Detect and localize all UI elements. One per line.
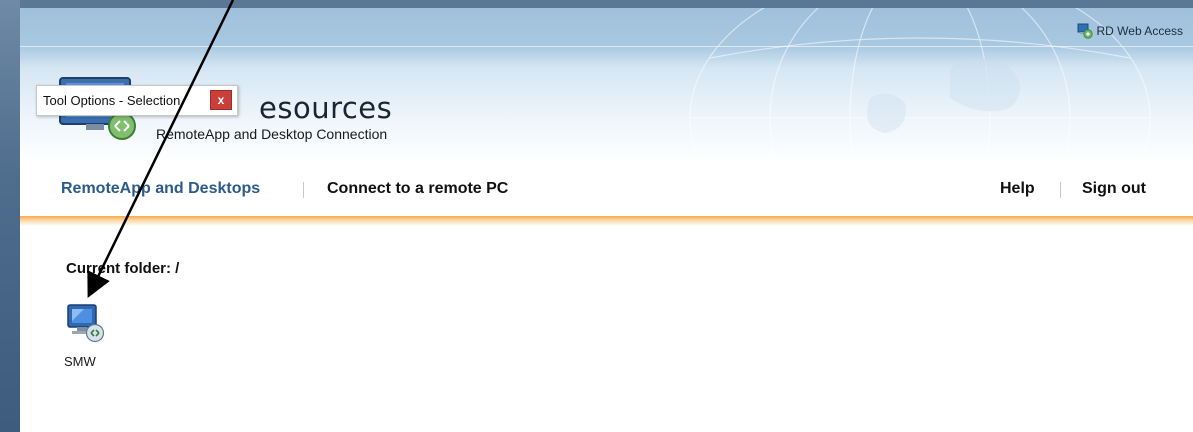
nav-help[interactable]: Help <box>1000 180 1035 198</box>
main-nav: RemoteApp and Desktops Connect to a remo… <box>20 163 1193 221</box>
window-left-edge <box>0 0 20 432</box>
nav-accent-bar <box>20 216 1193 226</box>
nav-remoteapp-desktops[interactable]: RemoteApp and Desktops <box>61 180 260 198</box>
page-subtitle: RemoteApp and Desktop Connection <box>156 126 388 142</box>
nav-separator <box>303 182 304 198</box>
remote-desktop-icon[interactable] <box>66 302 106 344</box>
nav-connect-remote-pc[interactable]: Connect to a remote PC <box>327 180 508 198</box>
resource-label[interactable]: SMW <box>64 354 96 369</box>
tool-options-title: Tool Options - Selection <box>43 93 181 108</box>
close-icon[interactable]: x <box>210 90 232 110</box>
rd-web-access-icon <box>1077 23 1093 39</box>
nav-sign-out[interactable]: Sign out <box>1082 180 1146 198</box>
page-title: esources <box>259 91 393 125</box>
header-divider <box>20 46 1193 47</box>
tool-options-popup[interactable]: Tool Options - Selection x <box>36 85 238 116</box>
remote-resource-smw[interactable]: SMW <box>62 302 122 374</box>
rd-web-access-link[interactable]: RD Web Access <box>1077 22 1183 40</box>
current-folder-label: Current folder: / <box>66 260 180 277</box>
rd-web-access-window: RD Web Access esources RemoteApp and Des… <box>0 0 1193 432</box>
rd-web-access-label[interactable]: RD Web Access <box>1097 24 1183 38</box>
window-top-edge <box>0 0 1193 8</box>
nav-separator <box>1060 182 1061 198</box>
